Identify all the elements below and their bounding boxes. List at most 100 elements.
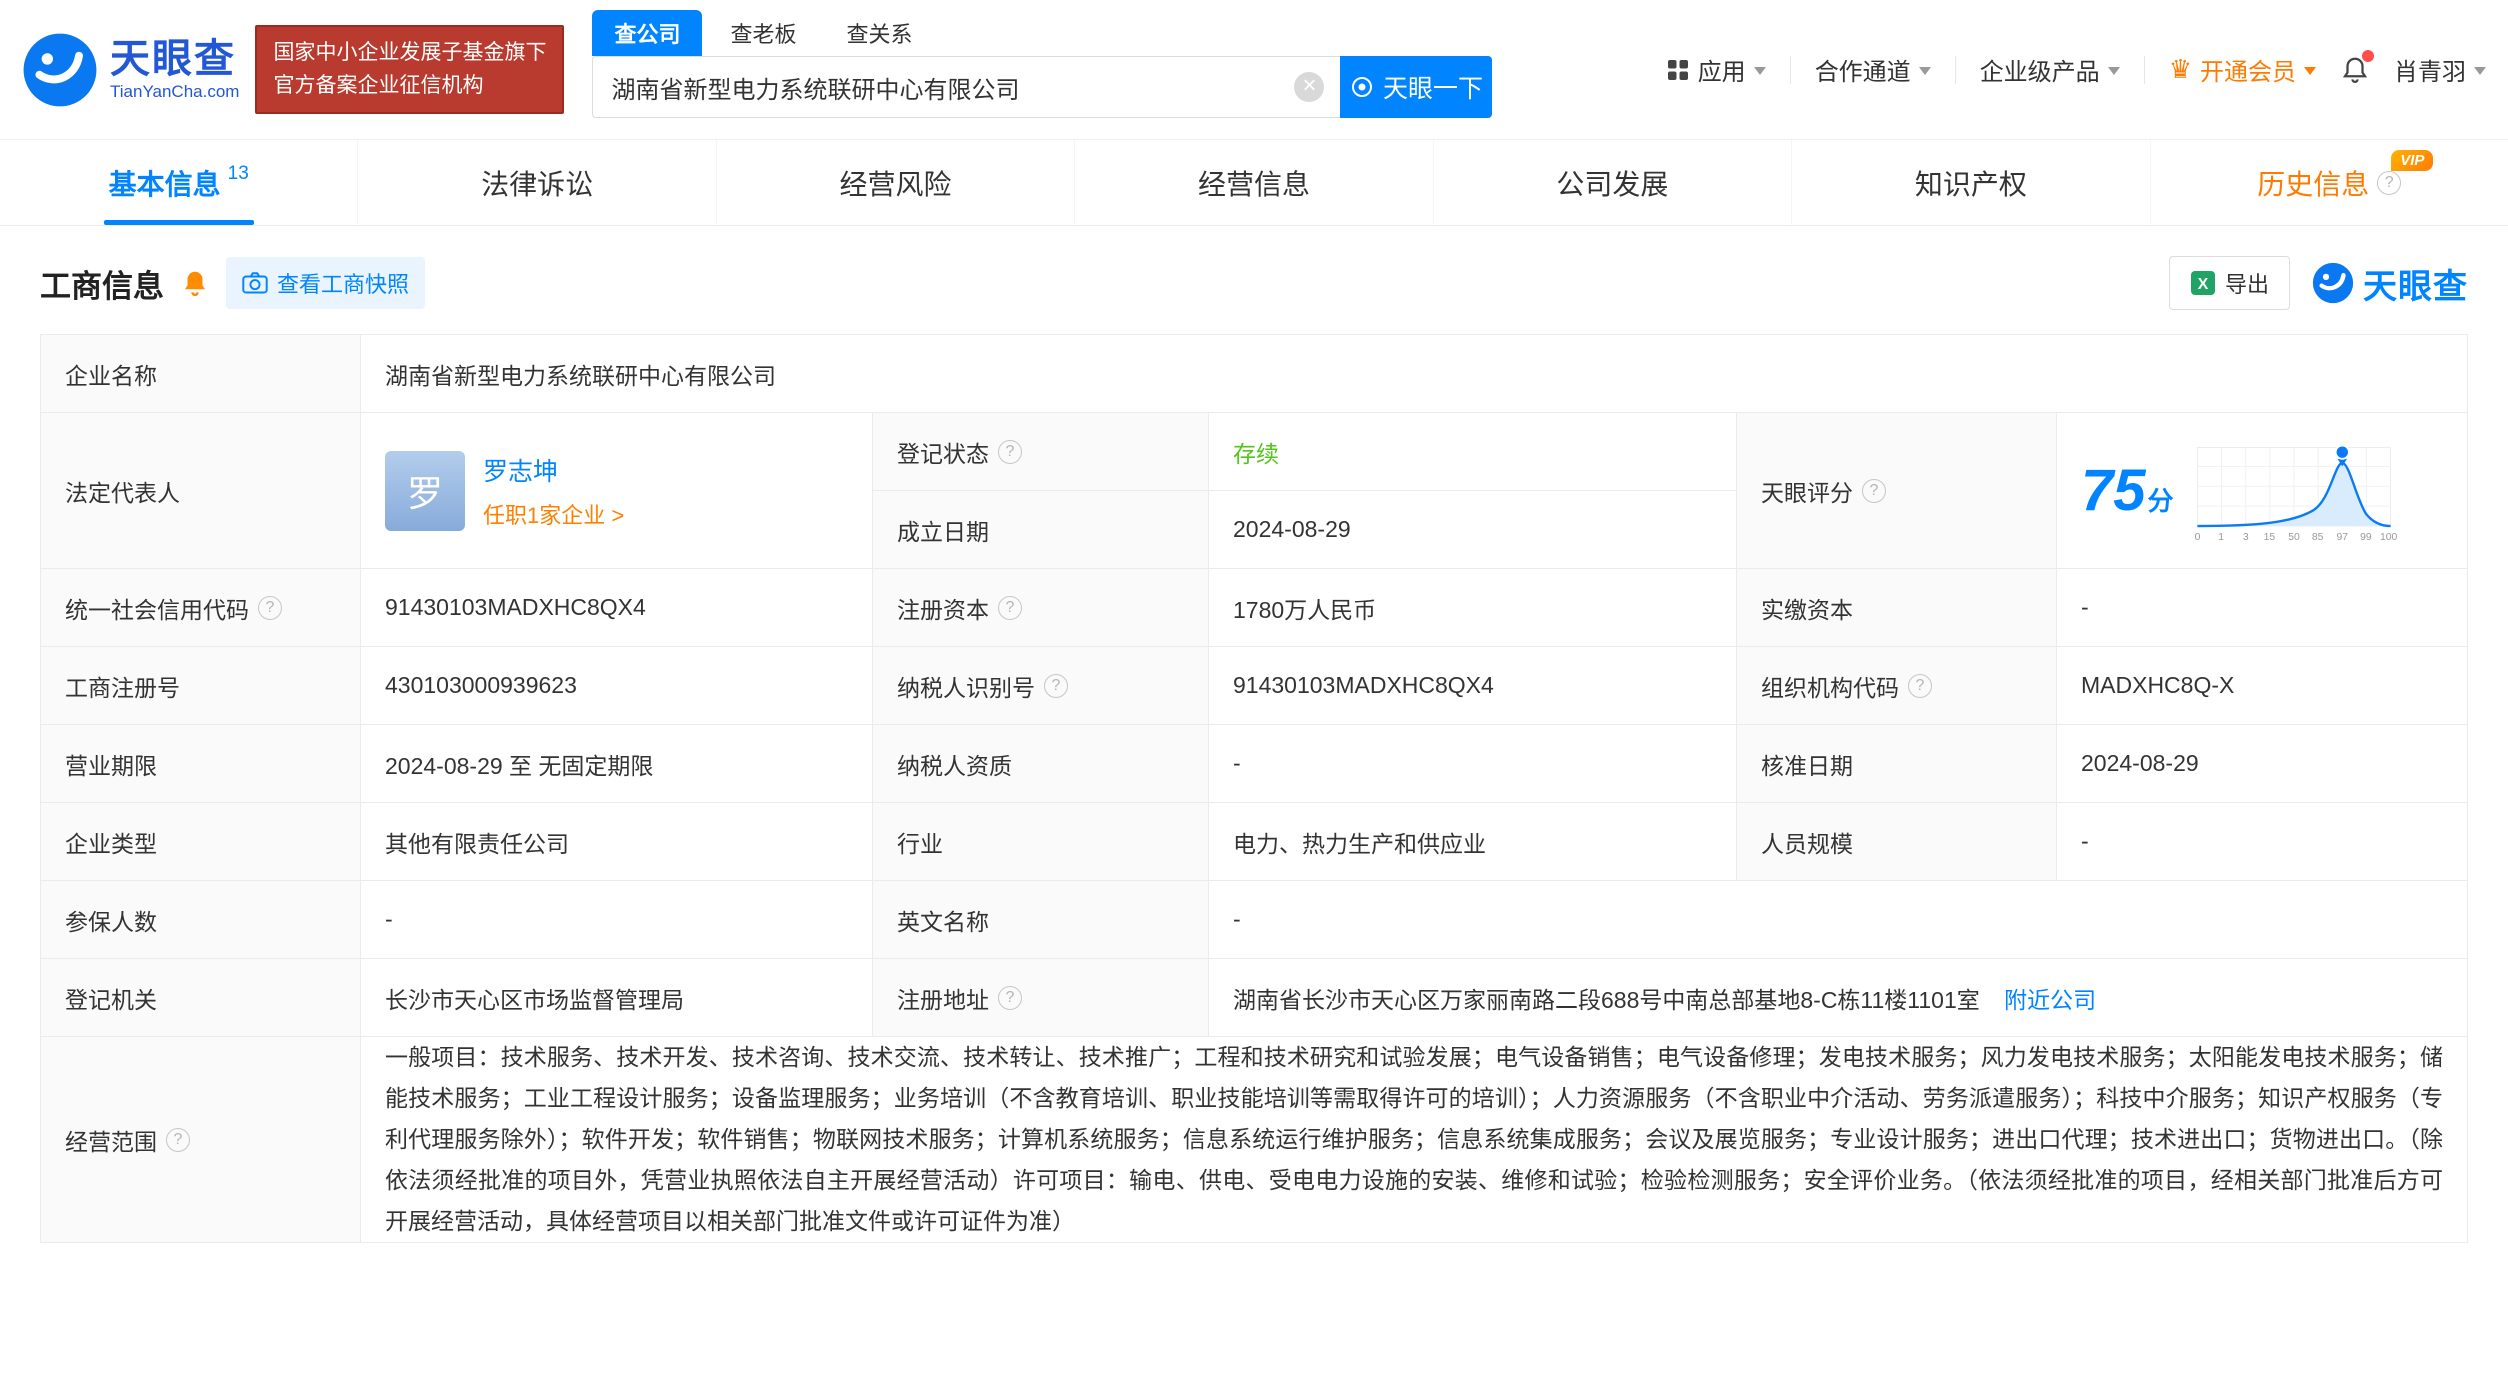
tab-company-development[interactable]: 公司发展 bbox=[1434, 140, 1793, 225]
brand-name: 天眼查 bbox=[2363, 267, 2468, 306]
establish-date-value: 2024-08-29 bbox=[1233, 516, 1351, 542]
snapshot-button[interactable]: 查看工商快照 bbox=[226, 257, 426, 309]
establish-date-value-cell: 2024-08-29 bbox=[1208, 490, 1737, 569]
search-button-label: 天眼一下 bbox=[1382, 75, 1483, 103]
paid-capital-value-cell: - bbox=[2056, 568, 2468, 647]
nearby-companies-link[interactable]: 附近公司 bbox=[2004, 987, 2096, 1013]
tab-legal-proceedings[interactable]: 法律诉讼 bbox=[358, 140, 717, 225]
help-icon[interactable] bbox=[258, 595, 282, 620]
table-row: 法定代表人 罗 罗志坤 任职1家企业 > 登记状态 存续 天眼评分 bbox=[40, 412, 2468, 569]
help-icon[interactable] bbox=[998, 985, 1022, 1010]
field-label: 组织机构代码 bbox=[1761, 674, 1899, 701]
svg-text:97: 97 bbox=[2336, 532, 2348, 543]
tianyancha-logo[interactable]: 天眼查 TianYanCha.com bbox=[22, 32, 239, 108]
nav-enterprise[interactable]: 企业级产品 bbox=[1980, 52, 2120, 87]
logo-text-block: 天眼查 TianYanCha.com bbox=[110, 37, 239, 102]
establish-date-label-cell: 成立日期 bbox=[872, 490, 1209, 569]
svg-text:50: 50 bbox=[2288, 532, 2300, 543]
nav-apps[interactable]: 应用 bbox=[1666, 52, 1766, 87]
field-label: 注册资本 bbox=[897, 596, 989, 623]
legal-rep-label-cell: 法定代表人 bbox=[40, 412, 361, 569]
tab-business-risk-label: 经营风险 bbox=[839, 168, 952, 200]
notification-bell[interactable] bbox=[2340, 49, 2374, 86]
help-icon[interactable] bbox=[998, 595, 1022, 620]
tab-basic-info[interactable]: 基本信息 13 bbox=[0, 140, 359, 225]
logo-name: 天眼查 bbox=[110, 37, 236, 82]
tab-company-development-label: 公司发展 bbox=[1556, 168, 1669, 200]
reg-authority-value-cell: 长沙市天心区市场监督管理局 bbox=[360, 958, 873, 1037]
svg-text:X: X bbox=[2198, 276, 2209, 293]
top-header: 天眼查 TianYanCha.com 国家中小企业发展子基金旗下 官方备案企业征… bbox=[0, 0, 2508, 140]
nav-partnership[interactable]: 合作通道 bbox=[1815, 52, 1931, 87]
help-icon[interactable] bbox=[166, 1127, 190, 1152]
nav-divider bbox=[1954, 55, 1956, 84]
search-input[interactable] bbox=[592, 56, 1341, 118]
tianyancha-logo-icon bbox=[22, 32, 98, 108]
score-label-cell: 天眼评分 bbox=[1736, 412, 2057, 569]
user-menu[interactable]: 肖青羽 bbox=[2394, 52, 2486, 87]
field-label: 核准日期 bbox=[1761, 752, 1853, 779]
svg-text:0: 0 bbox=[2194, 532, 2200, 543]
insured-value-cell: - bbox=[360, 880, 873, 959]
credit-code-value-cell: 91430103MADXHC8QX4 bbox=[360, 568, 873, 647]
help-icon[interactable] bbox=[1908, 673, 1932, 698]
tianyancha-brand-icon bbox=[2312, 262, 2354, 304]
tab-intellectual-property[interactable]: 知识产权 bbox=[1792, 140, 2151, 225]
table-row: 统一社会信用代码 91430103MADXHC8QX4 注册资本 1780万人民… bbox=[40, 568, 2468, 647]
table-row: 营业期限 2024-08-29 至 无固定期限 纳税人资质 - 核准日期 202… bbox=[40, 724, 2468, 803]
username: 肖青羽 bbox=[2394, 59, 2466, 86]
export-button[interactable]: X 导出 bbox=[2168, 256, 2290, 310]
org-code-value-cell: MADXHC8Q-X bbox=[2056, 646, 2468, 725]
chevron-down-icon bbox=[2474, 66, 2486, 81]
tab-legal-proceedings-label: 法律诉讼 bbox=[481, 168, 594, 200]
field-label: 纳税人资质 bbox=[897, 752, 1012, 779]
score-value-cell: 75分 0 1 3 15 50 85 97 99 100 bbox=[2056, 412, 2468, 569]
field-label: 企业名称 bbox=[65, 362, 157, 389]
svg-text:1: 1 bbox=[2218, 532, 2224, 543]
reg-no-value: 430103000939623 bbox=[385, 672, 577, 698]
help-icon[interactable] bbox=[998, 439, 1022, 464]
search-tab-company[interactable]: 查公司 bbox=[592, 10, 703, 56]
help-icon[interactable] bbox=[2377, 170, 2402, 195]
paid-capital-label-cell: 实缴资本 bbox=[1736, 568, 2057, 647]
field-label: 人员规模 bbox=[1761, 830, 1853, 857]
legal-rep-tenure-link[interactable]: 任职1家企业 > bbox=[483, 498, 624, 530]
top-nav: 应用 合作通道 企业级产品 开通会员 肖青羽 bbox=[1666, 49, 2486, 87]
reg-no-value-cell: 430103000939623 bbox=[360, 646, 873, 725]
legal-rep-name-link[interactable]: 罗志坤 bbox=[483, 452, 624, 488]
subscribe-bell-icon[interactable] bbox=[180, 267, 210, 299]
field-label: 登记机关 bbox=[65, 986, 157, 1013]
english-name-label-cell: 英文名称 bbox=[872, 880, 1209, 959]
reg-authority-label-cell: 登记机关 bbox=[40, 958, 361, 1037]
score-value: 75 bbox=[2081, 457, 2146, 523]
table-row: 登记机关 长沙市天心区市场监督管理局 注册地址 湖南省长沙市天心区万家丽南路二段… bbox=[40, 958, 2468, 1037]
search-tab-relation[interactable]: 查关系 bbox=[824, 10, 934, 56]
search-button[interactable]: 天眼一下 bbox=[1340, 56, 1493, 118]
chevron-down-icon bbox=[2107, 66, 2120, 81]
business-scope-label-cell: 经营范围 bbox=[40, 1036, 361, 1243]
field-label: 实缴资本 bbox=[1761, 596, 1853, 623]
tab-history-info[interactable]: 历史信息 VIP bbox=[2151, 140, 2508, 225]
field-label: 营业期限 bbox=[65, 752, 157, 779]
nav-vip-membership[interactable]: 开通会员 bbox=[2169, 52, 2316, 87]
help-icon[interactable] bbox=[1862, 478, 1886, 503]
english-name-value-cell: - bbox=[1208, 880, 2468, 959]
insured-label-cell: 参保人数 bbox=[40, 880, 361, 959]
company-name-label-cell: 企业名称 bbox=[40, 334, 361, 413]
tab-business-info[interactable]: 经营信息 bbox=[1075, 140, 1434, 225]
tab-business-risk[interactable]: 经营风险 bbox=[717, 140, 1076, 225]
chevron-down-icon bbox=[1918, 66, 1931, 81]
legal-rep-avatar[interactable]: 罗 bbox=[385, 450, 465, 531]
search-tab-boss[interactable]: 查老板 bbox=[708, 10, 818, 56]
help-icon[interactable] bbox=[1044, 673, 1068, 698]
tab-business-info-label: 经营信息 bbox=[1197, 168, 1310, 200]
approval-date-value-cell: 2024-08-29 bbox=[2056, 724, 2468, 803]
field-label: 行业 bbox=[897, 830, 943, 857]
field-label: 参保人数 bbox=[65, 908, 157, 935]
approval-date-value: 2024-08-29 bbox=[2081, 750, 2199, 776]
reg-no-label-cell: 工商注册号 bbox=[40, 646, 361, 725]
section-header: 工商信息 查看工商快照 X 导出 天眼查 bbox=[0, 226, 2508, 334]
tab-basic-info-label: 基本信息 bbox=[108, 168, 221, 200]
camera-icon bbox=[242, 271, 268, 295]
field-label: 经营范围 bbox=[65, 1128, 157, 1155]
